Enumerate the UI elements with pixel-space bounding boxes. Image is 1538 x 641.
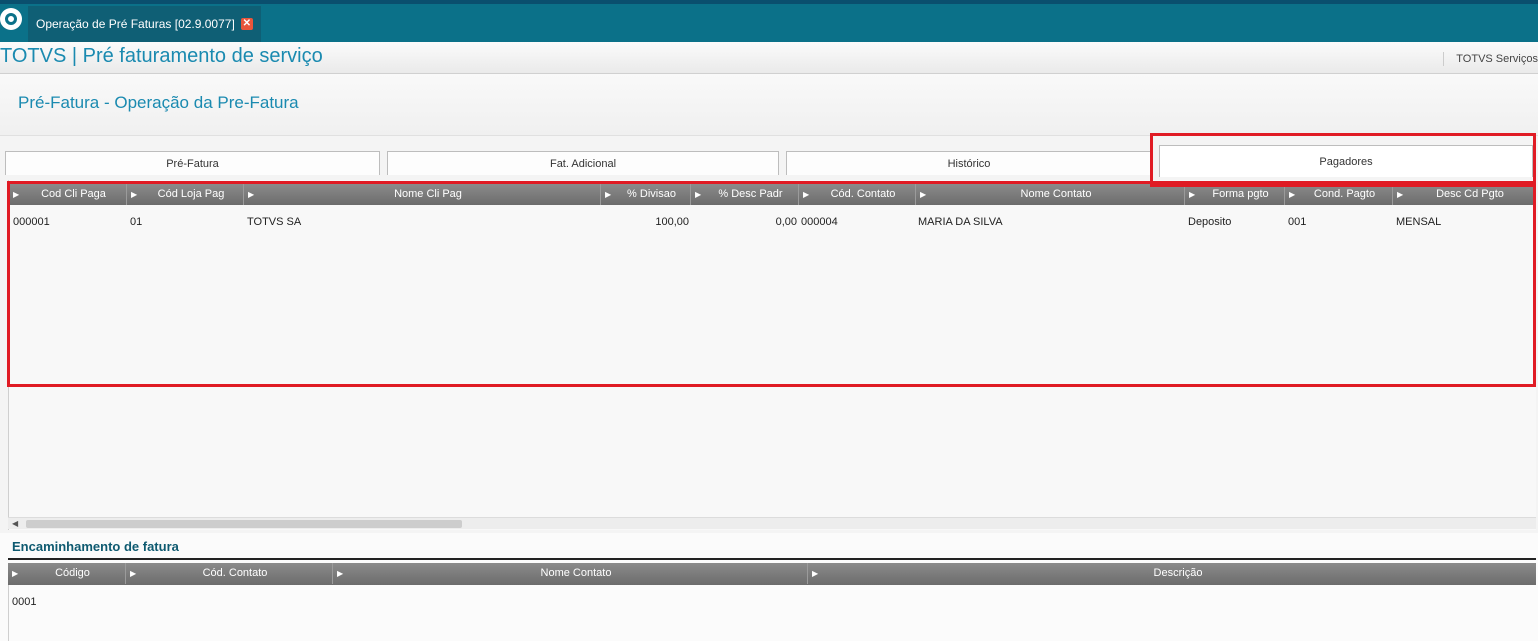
tab-pre-fatura[interactable]: Pré-Fatura bbox=[5, 151, 380, 175]
app-topbar: Operação de Pré Faturas [02.9.0077] ✕ bbox=[0, 0, 1538, 42]
section-title: Encaminhamento de fatura bbox=[12, 539, 179, 554]
close-tab-icon[interactable]: ✕ bbox=[240, 18, 253, 30]
horizontal-scrollbar[interactable]: ◀ bbox=[8, 517, 1536, 529]
cell-nome-cli: TOTVS SA bbox=[247, 216, 302, 228]
cell-nome-contato: MARIA DA SILVA bbox=[918, 216, 1003, 228]
scroll-left-icon[interactable]: ◀ bbox=[12, 519, 18, 528]
cell-forma-pgto: Deposito bbox=[1188, 216, 1232, 228]
pagadores-grid: ▶ Cod Cli Paga ▶ Cód Loja Pag ▶ Nome Cli Pa… bbox=[8, 180, 1536, 530]
subtitle-area: Pré-Fatura - Operação da Pre-Fatura bbox=[0, 74, 1538, 136]
cell-cond-pagto: 001 bbox=[1288, 216, 1307, 228]
cell-cod-loja: 01 bbox=[130, 216, 143, 228]
cell-cod-contato: 000004 bbox=[801, 216, 838, 228]
col-header-descricao[interactable]: ▶ Descrição bbox=[808, 563, 1536, 584]
col-header-nome-contato[interactable]: ▶ Nome Contato bbox=[333, 563, 808, 584]
section-divider bbox=[8, 558, 1536, 560]
encaminhamento-section: Encaminhamento de fatura ▶ Código ▶ Cód. C… bbox=[0, 533, 1538, 641]
col-header-nome-cli-pag[interactable]: ▶ Nome Cli Pag bbox=[244, 184, 601, 205]
tab-fat-adicional[interactable]: Fat. Adicional bbox=[387, 151, 779, 175]
col-header-desc-cd-pgto[interactable]: ▶ Desc Cd Pgto bbox=[1393, 184, 1535, 205]
totvs-logo-icon[interactable] bbox=[0, 8, 22, 30]
cell-divisao: 100,00 bbox=[655, 216, 689, 228]
company-label: TOTVS Serviços bbox=[1443, 52, 1538, 66]
folder-tabs: Pré-Fatura Fat. Adicional Histórico Paga… bbox=[0, 140, 1538, 180]
col-header-codigo[interactable]: ▶ Código bbox=[8, 563, 126, 584]
cell-cod-cli: 000001 bbox=[13, 216, 50, 228]
col-header-cod-loja-pag[interactable]: ▶ Cód Loja Pag bbox=[127, 184, 244, 205]
cell-desc-padr: 0,00 bbox=[775, 216, 797, 228]
title-bar: TOTVS | Pré faturamento de serviço TOTVS… bbox=[0, 42, 1538, 74]
cell-desc-cd-pgto: MENSAL bbox=[1396, 216, 1442, 228]
col-header-cod-cli-paga[interactable]: ▶ Cod Cli Paga bbox=[9, 184, 127, 205]
cell-codigo: 0001 bbox=[12, 596, 37, 608]
page-title: TOTVS | Pré faturamento de serviço bbox=[0, 45, 323, 67]
pagadores-grid-header: ▶ Cod Cli Paga ▶ Cód Loja Pag ▶ Nome Cli Pa… bbox=[9, 184, 1535, 205]
col-header-cond-pagto[interactable]: ▶ Cond. Pagto bbox=[1285, 184, 1393, 205]
scrollbar-thumb[interactable] bbox=[26, 520, 462, 528]
col-header-divisao[interactable]: ▶% Divisao bbox=[601, 184, 691, 205]
col-header-cod-contato[interactable]: ▶ Cód. Contato bbox=[126, 563, 333, 584]
form-subtitle: Pré-Fatura - Operação da Pre-Fatura bbox=[18, 93, 299, 112]
col-header-forma-pgto[interactable]: ▶ Forma pgto bbox=[1185, 184, 1285, 205]
table-row[interactable]: 0001 bbox=[12, 596, 36, 608]
tab-pagadores[interactable]: Pagadores bbox=[1159, 145, 1533, 177]
app-tab[interactable]: Operação de Pré Faturas [02.9.0077] ✕ bbox=[28, 6, 261, 42]
col-header-nome-contato[interactable]: ▶ Nome Contato bbox=[916, 184, 1185, 205]
app-tab-label: Operação de Pré Faturas [02.9.0077] bbox=[36, 17, 235, 31]
col-header-cod-contato[interactable]: ▶ Cód. Contato bbox=[799, 184, 916, 205]
table-row[interactable]: 000001 01 TOTVS SA 100,00 0,00 000004 MA… bbox=[9, 216, 1535, 232]
encaminhamento-grid-header: ▶ Código ▶ Cód. Contato ▶ Nome Contato ▶ Des… bbox=[8, 563, 1536, 585]
tab-historico[interactable]: Histórico bbox=[786, 151, 1152, 175]
col-header-desc-padr[interactable]: ▶% Desc Padr bbox=[691, 184, 799, 205]
grid-left-border bbox=[8, 585, 9, 641]
